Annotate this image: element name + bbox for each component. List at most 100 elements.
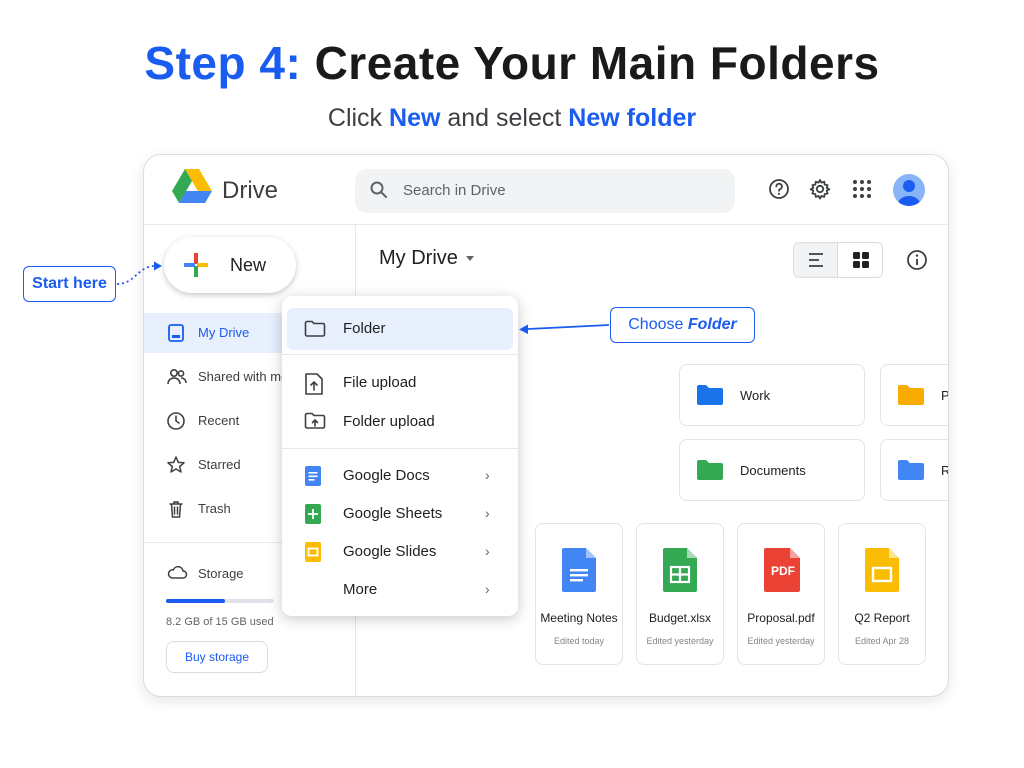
list-view-button[interactable] [794,243,838,277]
menu-item-label: Google Sheets [343,505,443,522]
menu-item-google-sheets[interactable]: Google Sheets › [282,494,518,532]
menu-item-folder-upload[interactable]: Folder upload [282,402,518,440]
list-view-icon [809,253,823,267]
file-name: Meeting Notes [540,611,618,625]
file-name: Q2 Report [854,611,910,625]
chevron-right-icon: › [485,543,490,559]
search-bar[interactable]: Search in Drive [355,169,735,213]
help-icon[interactable] [767,177,791,201]
chevron-right-icon: › [485,581,490,597]
sidebar-item-label: Trash [198,501,231,516]
menu-item-google-docs[interactable]: Google Docs › [282,456,518,494]
search-icon [370,181,387,198]
shared-icon [167,368,187,385]
folder-icon [697,385,723,405]
headline-title: Create Your Main Folders [314,37,880,89]
grid-view-button[interactable] [839,243,882,277]
page-title-text: My Drive [379,247,458,269]
folder-name: Resources [941,463,948,478]
folder-card-documents[interactable]: Documents [679,439,865,501]
folder-card-work[interactable]: Work [679,364,865,426]
folder-name: Work [740,388,771,403]
subheading-new: New [389,104,441,132]
my-drive-icon [168,324,184,342]
start-here-callout: Start here [23,266,116,302]
new-menu: Folder File upload Folder upload Google … [282,296,518,616]
menu-divider [282,354,518,355]
file-name: Budget.xlsx [648,611,712,625]
search-placeholder: Search in Drive [403,182,506,199]
menu-item-label: Folder upload [343,413,435,430]
star-icon [167,456,185,473]
file-meta: Edited yesterday [747,636,815,646]
new-button-label: New [230,255,267,275]
cloud-icon [167,565,188,579]
folder-card-personal[interactable]: Personal [880,364,949,426]
page-subheading: Click New and select New folder [0,104,1024,133]
google-sheets-icon [305,504,321,524]
file-card-q2-report[interactable]: Q2 Report Edited Apr 28 [838,523,926,665]
file-meta: Edited today [553,636,605,646]
settings-icon[interactable] [808,177,832,201]
folder-name: Documents [740,463,806,478]
plus-icon [184,253,208,277]
google-slides-file-icon [865,548,899,592]
storage-bar-fill [166,599,226,603]
menu-item-label: Folder [343,320,386,337]
chevron-right-icon: › [485,467,490,483]
page-title[interactable]: My Drive [379,247,474,270]
sidebar-item-label: Recent [198,413,240,428]
menu-item-label: Google Slides [343,543,437,560]
choose-folder-callout: Choose Folder [610,307,755,343]
sidebar-item-label: Shared with me [198,369,289,384]
folder-card-resources[interactable]: Resources [880,439,948,501]
menu-item-google-slides[interactable]: Google Slides › [282,532,518,570]
subheading-target: New folder [568,104,697,132]
grid-view-icon [853,252,869,268]
sidebar-item-label: My Drive [198,325,250,340]
file-card-proposal[interactable]: PDF Proposal.pdf Edited yesterday [737,523,825,665]
storage-used-text: 8.2 GB of 15 GB used [166,616,274,628]
file-card-meeting-notes[interactable]: Meeting Notes Edited today [535,523,623,665]
view-toggle [793,242,883,278]
trash-icon [169,501,183,518]
file-name: Proposal.pdf [747,611,815,625]
folder-icon [898,385,924,405]
subheading-pre: Click [327,104,383,132]
file-card-budget[interactable]: Budget.xlsx Edited yesterday [636,523,724,665]
menu-item-label: File upload [343,374,417,391]
chevron-down-icon [465,256,474,262]
google-docs-icon [305,466,321,486]
callout-folder-text: Folder [687,316,737,333]
account-avatar[interactable] [893,174,925,206]
menu-item-more[interactable]: More › [282,570,518,608]
page-headline: Step 4: Create Your Main Folders [0,36,1024,90]
menu-item-label: More [343,581,378,598]
folder-icon [697,460,723,480]
info-icon[interactable] [906,249,928,271]
app-title: Drive [222,177,279,204]
folder-name: Personal [941,388,949,403]
subheading-mid: and select [447,104,562,132]
apps-icon[interactable] [850,177,874,201]
clock-icon [167,412,185,430]
folder-upload-icon [304,412,326,429]
menu-item-file-upload[interactable]: File upload [282,363,518,401]
file-upload-icon [305,373,323,395]
callout-choose-text: Choose [628,316,684,333]
sidebar-item-label: Starred [198,457,241,472]
folder-outline-icon [304,320,326,337]
storage-label: Storage [198,566,244,581]
file-meta: Edited yesterday [646,636,714,646]
menu-item-folder[interactable]: Folder [287,308,513,350]
storage-bar [166,599,274,603]
chevron-right-icon: › [485,505,490,521]
menu-divider [282,448,518,449]
headline-step: Step 4: [144,37,302,89]
buy-storage-button[interactable]: Buy storage [166,641,268,673]
google-docs-file-icon [562,548,596,592]
new-button[interactable]: New [164,237,296,293]
google-sheets-file-icon [663,548,697,592]
drive-logo-icon [172,169,212,203]
top-bar: Drive Search in Drive [144,155,948,225]
